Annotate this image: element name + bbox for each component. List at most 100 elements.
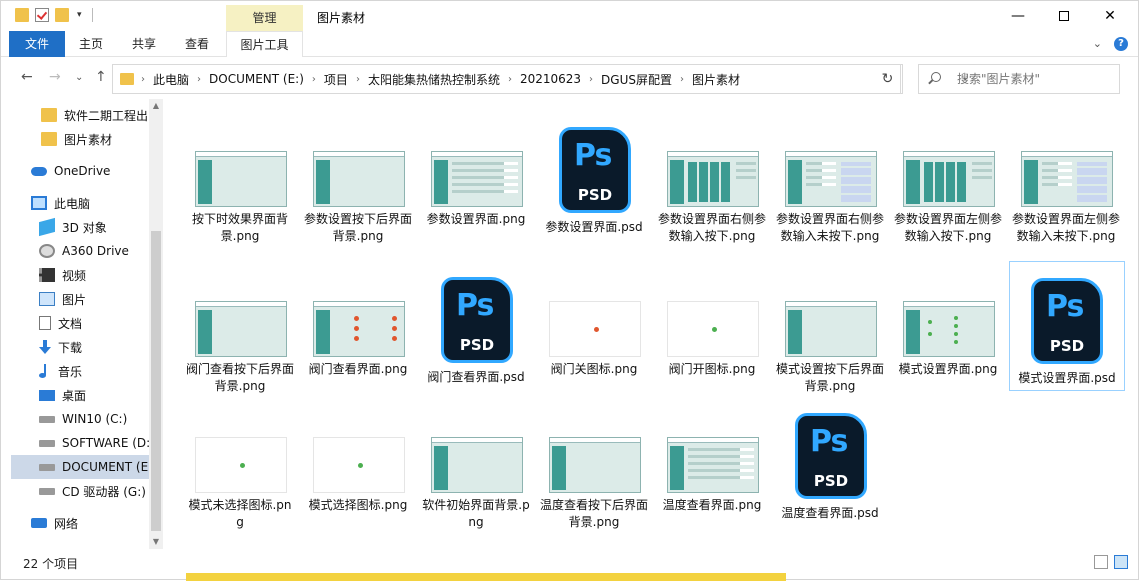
nav-item[interactable]: 下载 — [11, 335, 151, 359]
thumbnail-header — [432, 438, 522, 443]
file-item[interactable]: 参数设置界面右侧参数输入按下.png — [655, 111, 771, 243]
file-name: 阀门查看界面.psd — [427, 370, 525, 384]
file-item[interactable]: 按下时效果界面背景.png — [183, 111, 299, 243]
nav-item[interactable]: OneDrive — [11, 159, 151, 183]
file-item[interactable]: 参数设置界面.png — [419, 111, 535, 241]
file-item[interactable]: 参数设置界面左侧参数输入未按下.png — [1009, 111, 1125, 243]
recent-locations-chevron-icon[interactable]: ⌄ — [75, 72, 83, 83]
properties-icon[interactable] — [35, 8, 49, 22]
large-icons-view-icon[interactable] — [1114, 555, 1128, 569]
breadcrumb-item[interactable]: 图片素材 — [688, 71, 744, 88]
nav-item[interactable]: 图片素材 — [11, 127, 151, 151]
file-item[interactable]: Ps PSD 参数设置界面.psd — [537, 111, 653, 241]
file-item[interactable]: 阀门关图标.png — [537, 261, 653, 391]
breadcrumb-item[interactable]: DOCUMENT (E:) — [205, 72, 308, 86]
a360-drive-icon — [39, 244, 55, 258]
search-box[interactable] — [918, 64, 1120, 94]
nav-item[interactable]: A360 Drive — [11, 239, 151, 263]
forward-arrow-icon[interactable]: → — [49, 69, 61, 85]
scroll-down-icon[interactable]: ▼ — [149, 535, 163, 549]
file-item[interactable]: 参数设置按下后界面背景.png — [301, 111, 417, 243]
breadcrumb-item[interactable]: 此电脑 — [149, 71, 193, 88]
close-button[interactable]: ✕ — [1087, 1, 1133, 31]
minimize-button[interactable]: — — [995, 1, 1041, 31]
nav-item[interactable]: 文档 — [11, 311, 151, 335]
breadcrumb-item[interactable]: 太阳能集热储热控制系统 — [364, 71, 504, 88]
maximize-icon — [1059, 11, 1069, 21]
breadcrumb-separator-icon[interactable]: › — [193, 74, 205, 85]
file-item[interactable]: 阀门开图标.png — [655, 261, 771, 391]
breadcrumb-separator-icon[interactable]: › — [504, 74, 516, 85]
file-item[interactable]: Ps PSD 模式设置界面.psd — [1009, 261, 1125, 391]
file-name: 按下时效果界面背景.png — [191, 212, 288, 243]
search-input[interactable] — [957, 70, 1107, 88]
breadcrumb-separator-icon[interactable]: › — [308, 74, 320, 85]
nav-scrollbar[interactable]: ▲ ▼ — [149, 99, 163, 549]
back-arrow-icon[interactable]: ← — [21, 69, 33, 85]
file-name: 参数设置界面.png — [426, 212, 526, 226]
refresh-button[interactable]: ↻ — [873, 64, 903, 94]
thumbnail-header — [668, 152, 758, 157]
breadcrumb-separator-icon[interactable]: › — [137, 74, 149, 85]
psd-label: PSD — [1049, 337, 1085, 355]
nav-item[interactable]: 视频 — [11, 263, 151, 287]
ps-logo-text: Ps — [1046, 289, 1084, 324]
ribbon-right-controls: ⌄ ? — [1093, 37, 1128, 51]
folder-icon — [120, 73, 134, 85]
nav-item[interactable]: WIN10 (C:) — [11, 407, 151, 431]
file-item[interactable]: 阀门查看界面.png — [301, 261, 417, 391]
file-item[interactable]: 温度查看界面.png — [655, 397, 771, 527]
nav-item[interactable]: 桌面 — [11, 383, 151, 407]
customize-toolbar-chevron-icon[interactable]: ▾ — [77, 10, 82, 20]
address-bar[interactable]: › 此电脑 › DOCUMENT (E:) › 项目 › 太阳能集热储热控制系统 › 202106… — [112, 64, 969, 94]
thumbnail-sidebar — [670, 446, 684, 490]
nav-item[interactable]: 软件二期工程出图 — [11, 103, 151, 127]
tab-picture-tools[interactable]: 图片工具 — [226, 31, 303, 57]
folder-icon — [41, 132, 57, 146]
maximize-button[interactable] — [1041, 1, 1087, 31]
tab-view[interactable]: 查看 — [171, 31, 223, 57]
file-item[interactable]: 模式选择图标.png — [301, 397, 417, 527]
file-item[interactable]: Ps PSD 温度查看界面.psd — [773, 397, 889, 527]
details-view-icon[interactable] — [1094, 555, 1108, 569]
file-item[interactable]: 模式设置按下后界面背景.png — [773, 261, 889, 393]
breadcrumb-item[interactable]: 项目 — [320, 71, 352, 88]
nav-item[interactable]: 音乐 — [11, 359, 151, 383]
window-title: 图片素材 — [317, 11, 366, 25]
file-item[interactable]: 软件初始界面背景.png — [419, 397, 535, 529]
photoshop-file-icon: Ps PSD — [795, 413, 867, 499]
nav-item[interactable]: 此电脑 — [11, 191, 151, 215]
file-item[interactable]: 参数设置界面右侧参数输入未按下.png — [773, 111, 889, 243]
file-item[interactable]: 模式未选择图标.png — [183, 397, 299, 529]
breadcrumb-separator-icon[interactable]: › — [352, 74, 364, 85]
image-thumbnail — [313, 437, 405, 493]
folder-icon[interactable] — [15, 8, 29, 22]
tab-share[interactable]: 共享 — [119, 31, 169, 57]
expand-ribbon-chevron-icon[interactable]: ⌄ — [1093, 37, 1102, 51]
breadcrumb-item[interactable]: 20210623 — [516, 72, 585, 86]
file-item[interactable]: 参数设置界面左侧参数输入按下.png — [891, 111, 1007, 243]
breadcrumb-item[interactable]: DGUS屏配置 — [597, 71, 676, 88]
nav-item[interactable]: CD 驱动器 (G:) — [11, 479, 151, 503]
scroll-up-icon[interactable]: ▲ — [149, 99, 163, 113]
file-item[interactable]: 温度查看按下后界面背景.png — [537, 397, 653, 529]
up-arrow-icon[interactable]: ↑ — [95, 69, 107, 85]
help-icon[interactable]: ? — [1114, 37, 1128, 51]
navigation-pane: 软件二期工程出图 图片素材 OneDrive 此电脑 3D 对象 A360 Drive 视频… — [11, 97, 163, 549]
scrollbar-thumb[interactable] — [151, 231, 161, 531]
tab-manage[interactable]: 管理 — [226, 5, 303, 31]
breadcrumb-separator-icon[interactable]: › — [676, 74, 688, 85]
breadcrumb-separator-icon[interactable]: › — [585, 74, 597, 85]
nav-item[interactable]: 3D 对象 — [11, 215, 151, 239]
new-folder-icon[interactable] — [55, 8, 69, 22]
tab-file[interactable]: 文件 — [9, 31, 65, 57]
file-item[interactable]: 阀门查看按下后界面背景.png — [183, 261, 299, 393]
nav-item[interactable]: DOCUMENT (E:) — [11, 455, 151, 479]
nav-item[interactable]: 图片 — [11, 287, 151, 311]
nav-item[interactable]: SOFTWARE (D:) — [11, 431, 151, 455]
file-item[interactable]: 模式设置界面.png — [891, 261, 1007, 391]
thumbnail-sidebar — [788, 310, 802, 354]
nav-item[interactable]: 网络 — [11, 511, 151, 535]
file-item[interactable]: Ps PSD 阀门查看界面.psd — [419, 261, 535, 391]
tab-home[interactable]: 主页 — [67, 31, 115, 57]
